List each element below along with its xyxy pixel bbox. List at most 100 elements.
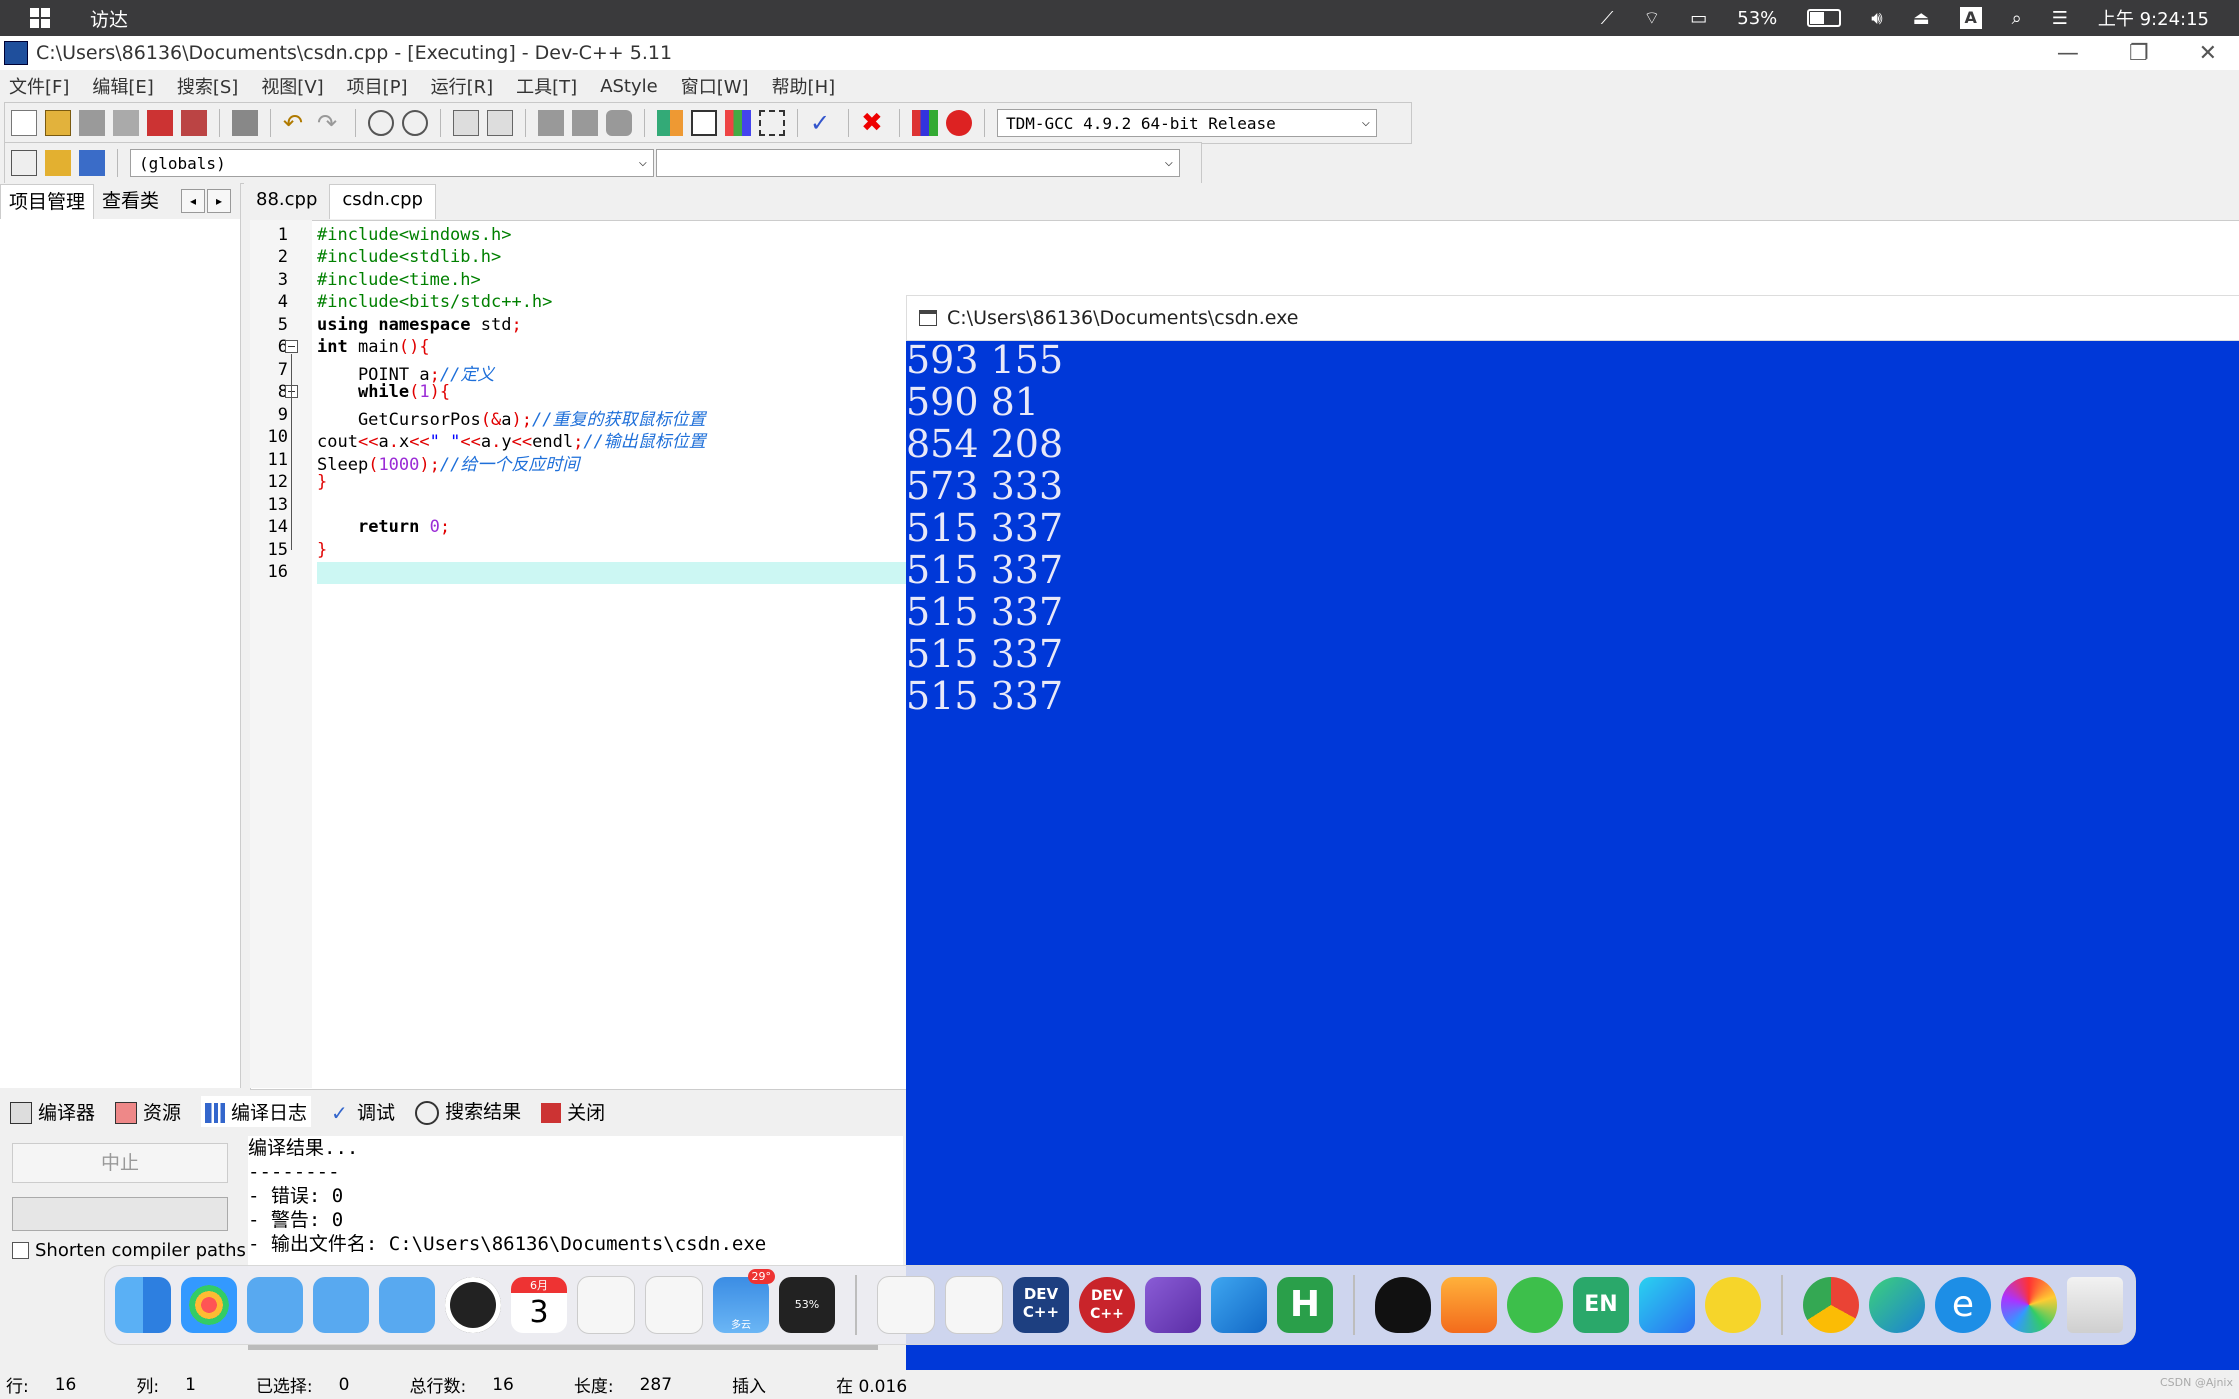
battery-widget-icon[interactable]: 53% (779, 1277, 835, 1333)
tab-close[interactable]: 关闭 (541, 1098, 605, 1125)
close-button[interactable]: ✕ (2199, 41, 2217, 66)
print-icon[interactable] (232, 110, 258, 136)
goto-bookmark-icon[interactable] (572, 110, 598, 136)
clock[interactable]: 上午 9:24:15 (2098, 5, 2209, 31)
unindent-icon[interactable] (487, 110, 513, 136)
menu-help[interactable]: 帮助[H] (772, 73, 836, 99)
eject-icon[interactable]: ⏏ (1913, 8, 1930, 29)
paint-document-icon[interactable] (877, 1276, 935, 1334)
devcpp-dock-icon[interactable]: DEV C++ (1013, 1277, 1069, 1333)
stop-execution-icon[interactable]: ✖ (861, 110, 887, 136)
tab-scroll-left-icon[interactable]: ◂ (181, 189, 206, 213)
battery-icon[interactable] (1807, 9, 1842, 27)
open-file-icon[interactable] (45, 110, 71, 136)
scope-select[interactable]: (globals) ⌵ (130, 149, 654, 177)
bookmark-icon[interactable] (538, 110, 564, 136)
close-all-icon[interactable] (181, 110, 207, 136)
bluetooth-off-icon[interactable]: ⟋ (1601, 8, 1614, 29)
menu-edit[interactable]: 编辑[E] (92, 73, 153, 99)
indent-icon[interactable] (453, 110, 479, 136)
check-syntax-icon[interactable]: ✓ (810, 110, 836, 136)
weather-icon[interactable]: 29° 多云 (713, 1269, 775, 1333)
menu-search[interactable]: 搜索[S] (177, 73, 238, 99)
vscode-icon[interactable] (1211, 1277, 1267, 1333)
visual-studio-icon[interactable] (1145, 1277, 1201, 1333)
menu-project[interactable]: 项目[P] (347, 73, 408, 99)
volume-icon[interactable]: 🔊︎ (1871, 8, 1882, 29)
fold-marker-icon[interactable] (285, 340, 298, 353)
input-method-icon[interactable]: A (1959, 7, 1982, 29)
menu-view[interactable]: 视图[V] (261, 73, 323, 99)
folder-icon[interactable] (247, 1277, 303, 1333)
tab-csdn-cpp[interactable]: csdn.cpp (329, 184, 436, 219)
music-icon[interactable] (1705, 1277, 1761, 1333)
tab-search-results[interactable]: 搜索结果 (415, 1097, 521, 1125)
abort-button[interactable]: 中止 (12, 1143, 228, 1183)
save-all-icon[interactable] (113, 110, 139, 136)
tab-88-cpp[interactable]: 88.cpp (244, 185, 329, 219)
minimize-button[interactable]: — (2057, 41, 2079, 66)
tab-compiler[interactable]: 编译器 (10, 1098, 95, 1125)
display-icon[interactable]: ▭ (1690, 8, 1707, 29)
paint-document-icon[interactable] (645, 1276, 703, 1334)
windows-logo-icon[interactable] (30, 8, 50, 28)
profile-icon[interactable] (912, 110, 938, 136)
qq-icon[interactable] (1375, 1277, 1431, 1333)
new-project-icon[interactable] (657, 110, 683, 136)
debug-icon[interactable] (946, 110, 972, 136)
calendar-icon[interactable]: 6月 3 (511, 1277, 567, 1333)
finder-icon[interactable] (115, 1277, 171, 1333)
toggle-icon[interactable] (45, 150, 71, 176)
hbuilder-icon[interactable]: H (1277, 1277, 1333, 1333)
menu-tools[interactable]: 工具[T] (516, 73, 577, 99)
tab-scroll-right-icon[interactable]: ▸ (207, 189, 232, 213)
shorten-paths-checkbox[interactable] (12, 1242, 29, 1259)
undo-icon[interactable]: ↶ (283, 110, 309, 136)
active-app-name[interactable]: 访达 (90, 5, 128, 32)
tab-resources[interactable]: 资源 (115, 1098, 181, 1125)
wechat-icon[interactable] (1507, 1277, 1563, 1333)
tab-debug[interactable]: ✓ 调试 (331, 1098, 395, 1125)
tile-icon[interactable] (725, 110, 751, 136)
compiler-select[interactable]: TDM-GCC 4.9.2 64-bit Release ⌵ (997, 109, 1377, 137)
shorten-paths-option[interactable]: Shorten compiler paths (12, 1240, 246, 1261)
tab-class-browser[interactable]: 查看类 (94, 184, 167, 218)
trash-icon[interactable] (2067, 1277, 2123, 1333)
find-icon[interactable] (368, 110, 394, 136)
console-window[interactable] (906, 295, 2239, 1399)
close-file-icon[interactable] (147, 110, 173, 136)
folder-icon[interactable] (313, 1277, 369, 1333)
new-file-icon[interactable] (11, 110, 37, 136)
replace-icon[interactable] (402, 110, 428, 136)
clock-icon[interactable] (445, 1277, 501, 1333)
redo-icon[interactable]: ↷ (317, 110, 343, 136)
tab-compile-log[interactable]: 编译日志 (201, 1095, 312, 1127)
member-select[interactable]: ⌵ (656, 149, 1180, 177)
devcpp-alt-dock-icon[interactable]: DEV C++ (1079, 1277, 1135, 1333)
wifi-icon[interactable]: ⌔ (1643, 7, 1660, 30)
ie-icon[interactable]: e (1935, 1277, 1991, 1333)
control-center-icon[interactable]: ☰ (2052, 8, 2068, 29)
menu-window[interactable]: 窗口[W] (681, 73, 749, 99)
insert-icon[interactable] (11, 150, 37, 176)
paint-document-icon[interactable] (945, 1276, 1003, 1334)
goto-icon[interactable] (79, 150, 105, 176)
edge-icon[interactable] (1869, 1277, 1925, 1333)
chrome-icon[interactable] (1803, 1277, 1859, 1333)
dictionary-icon[interactable]: EN (1573, 1277, 1629, 1333)
fullscreen-icon[interactable] (691, 110, 717, 136)
menu-astyle[interactable]: AStyle (600, 76, 658, 97)
search-icon[interactable]: ⌕ (2012, 8, 2022, 29)
menu-file[interactable]: 文件[F] (9, 73, 69, 99)
tab-project-manager[interactable]: 项目管理 (0, 183, 95, 219)
save-icon[interactable] (79, 110, 105, 136)
grid-icon[interactable] (759, 110, 785, 136)
battery-percent[interactable]: 53% (1737, 8, 1777, 29)
menu-run[interactable]: 运行[R] (431, 73, 494, 99)
video-player-icon[interactable] (1639, 1277, 1695, 1333)
fire-security-icon[interactable] (1441, 1277, 1497, 1333)
photos-icon[interactable] (2001, 1277, 2057, 1333)
launchpad-icon[interactable] (181, 1277, 237, 1333)
goto-line-icon[interactable] (606, 110, 632, 136)
folder-icon[interactable] (379, 1277, 435, 1333)
